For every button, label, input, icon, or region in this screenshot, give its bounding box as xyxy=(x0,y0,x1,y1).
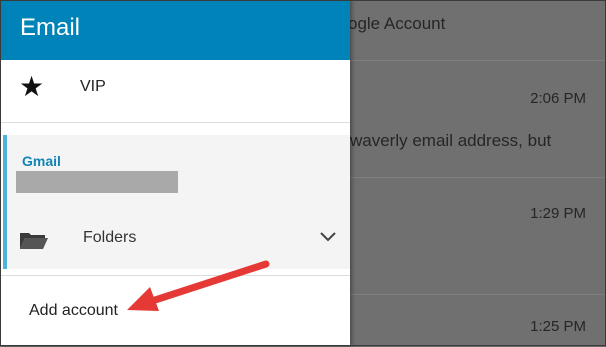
email-time: 2:06 PM xyxy=(530,90,586,107)
drawer-title: Email xyxy=(20,14,81,41)
account-name: Gmail xyxy=(22,153,61,169)
vip-label: VIP xyxy=(80,78,106,95)
navigation-drawer: Email ★ VIP Gmail Folders Add account xyxy=(0,0,350,346)
redacted-email-address xyxy=(16,171,178,193)
list-divider xyxy=(350,60,606,61)
vip-item[interactable]: ★ VIP xyxy=(0,60,350,123)
drawer-header: Email xyxy=(0,0,350,60)
add-account-label: Add account xyxy=(29,302,118,319)
chevron-down-icon[interactable] xyxy=(319,229,337,243)
add-account-button[interactable]: Add account xyxy=(0,275,350,347)
email-snippet[interactable]: waverly email address, but xyxy=(350,131,551,151)
folder-icon xyxy=(20,233,48,249)
email-time: 1:29 PM xyxy=(530,205,586,222)
list-divider xyxy=(350,177,606,178)
list-divider xyxy=(350,294,606,295)
email-snippet[interactable]: ogle Account xyxy=(348,14,445,34)
email-time: 1:25 PM xyxy=(530,318,586,335)
account-section[interactable]: Gmail Folders xyxy=(3,135,350,269)
star-icon: ★ xyxy=(19,71,45,102)
folders-item[interactable]: Folders xyxy=(83,229,136,247)
